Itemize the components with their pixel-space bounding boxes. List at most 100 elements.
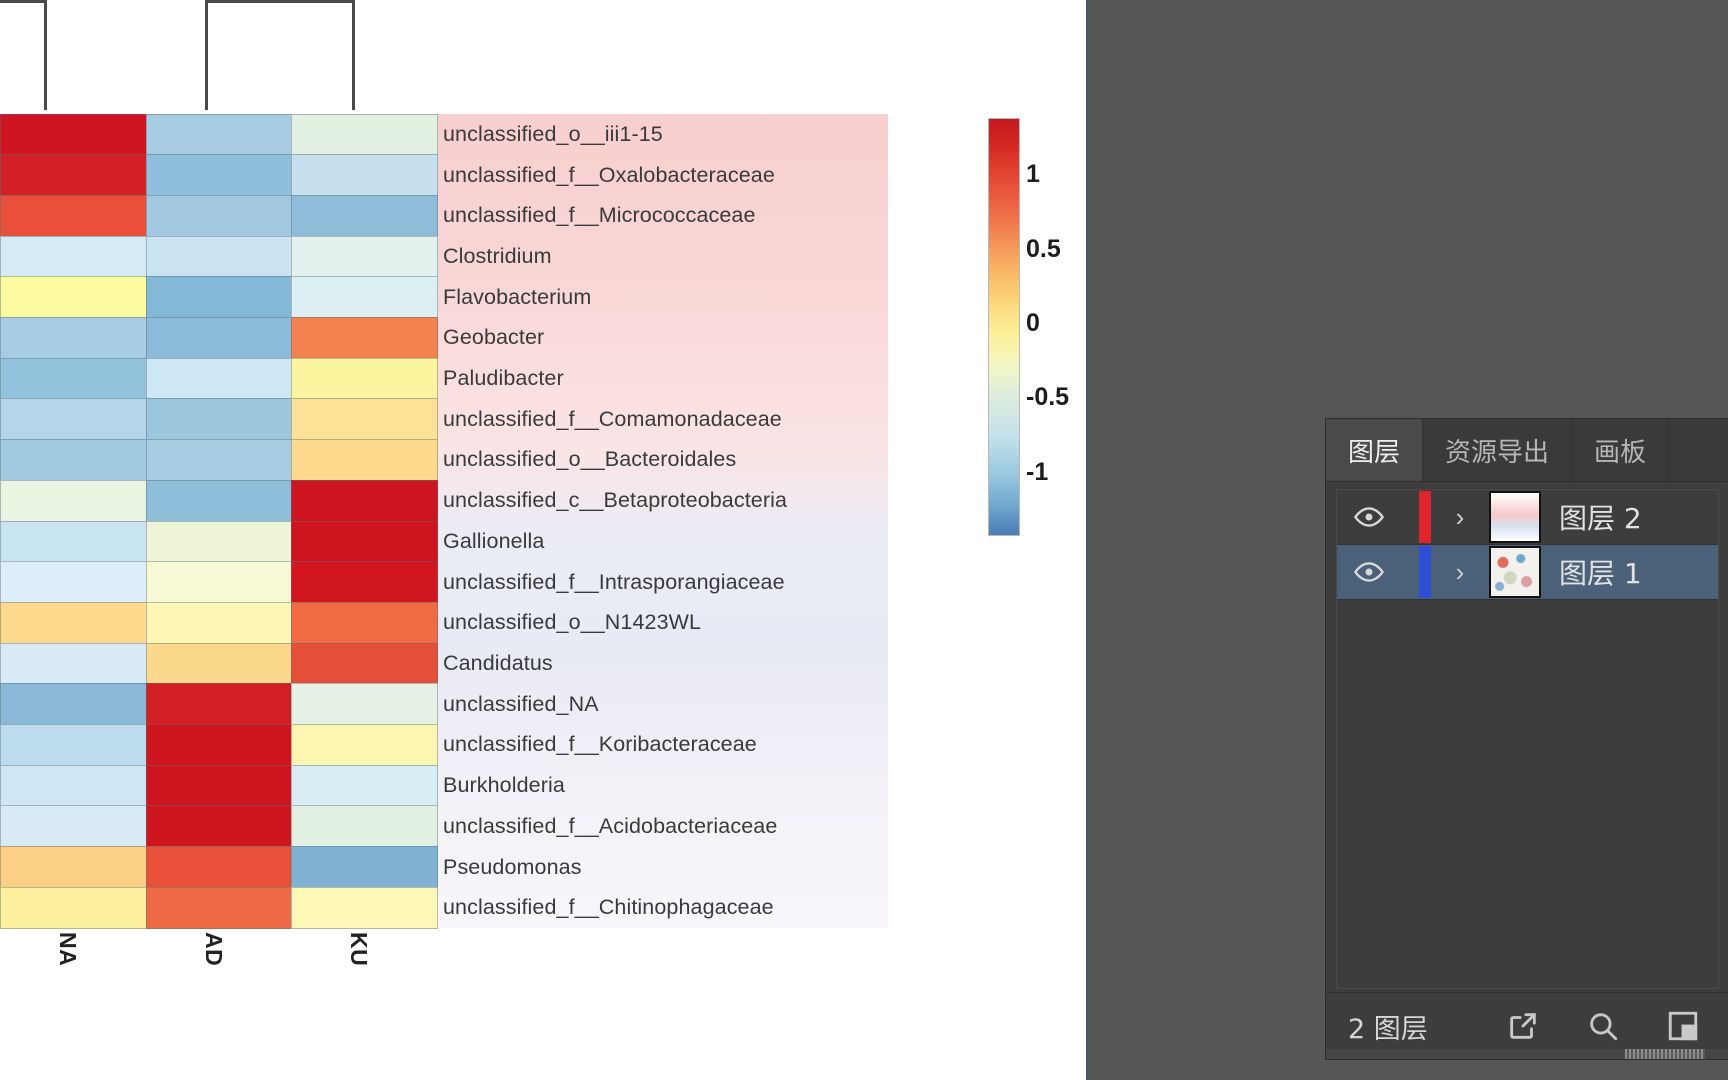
panel-tab-3[interactable]: 画板 — [1572, 419, 1670, 481]
heatmap-row — [0, 520, 438, 563]
new-sublayer-icon[interactable] — [1666, 1009, 1700, 1043]
heatmap-column-label: NA — [54, 932, 81, 967]
heatmap-row-label: unclassified_f__Intrasporangiaceae — [443, 569, 785, 594]
heatmap-row — [0, 235, 438, 278]
heatmap-cell — [291, 154, 438, 196]
heatmap-cell — [0, 154, 147, 196]
heatmap-cell — [291, 479, 438, 522]
colorbar-tick-label: -1 — [1026, 457, 1049, 486]
panel-scroll-strip[interactable] — [1326, 1049, 1728, 1059]
heatmap-column-label: KU — [346, 932, 373, 967]
heatmap-cell — [0, 520, 147, 563]
heatmap-row-label: unclassified_o__N1423WL — [443, 610, 702, 635]
heatmap-cell — [145, 194, 292, 237]
heatmap-row-labels: unclassified_o__iii1-15 unclassified_f__O… — [438, 114, 888, 928]
heatmap-cell — [291, 764, 438, 807]
export-icon[interactable] — [1506, 1009, 1540, 1043]
heatmap-row-label: Pseudomonas — [443, 854, 582, 879]
artboard-canvas[interactable]: NA AD KU unclassified_o__iii1-15 unclassifi… — [0, 0, 1086, 1080]
heatmap-cell — [145, 520, 292, 563]
heatmap-cell — [145, 683, 292, 726]
heatmap-cell — [145, 317, 292, 359]
heatmap-cell — [291, 846, 438, 888]
heatmap-cell — [0, 886, 147, 929]
heatmap-row — [0, 357, 438, 400]
chevron-right-icon[interactable]: › — [1431, 557, 1489, 588]
search-icon[interactable] — [1586, 1009, 1620, 1043]
heatmap-row-label: unclassified_NA — [443, 691, 599, 716]
heatmap-cell — [291, 805, 438, 848]
heatmap-cell — [145, 561, 292, 603]
heatmap-row-label: unclassified_o__Bacteroidales — [443, 447, 737, 472]
heatmap-cell — [291, 683, 438, 726]
panel-tab-1[interactable]: 图层 — [1326, 419, 1424, 481]
layer-row[interactable]: › 图层 1 — [1337, 545, 1718, 600]
heatmap-cell — [291, 561, 438, 603]
heatmap-cell — [291, 194, 438, 237]
chevron-right-icon[interactable]: › — [1431, 502, 1489, 533]
heatmap-row-label: unclassified_f__Acidobacteriaceae — [443, 813, 778, 838]
heatmap-cell — [0, 561, 147, 603]
colorbar-gradient — [988, 118, 1020, 536]
layer-name[interactable]: 图层 1 — [1559, 552, 1642, 592]
heatmap-column-label: AD — [200, 932, 227, 967]
layer-list[interactable]: › 图层 2 › 图层 1 — [1337, 490, 1718, 600]
colorbar-tick-label: 0.5 — [1026, 234, 1061, 263]
heatmap-column-labels: NA AD KU — [0, 928, 437, 1008]
layer-thumbnail — [1489, 546, 1541, 598]
heatmap-cell — [0, 683, 147, 726]
heatmap-cell — [291, 276, 438, 319]
heatmap-cell — [0, 724, 147, 766]
heatmap-cell — [291, 642, 438, 685]
panel-scroll-thumb[interactable] — [1625, 1049, 1705, 1059]
heatmap-cell — [145, 642, 292, 685]
panel-tab-2[interactable]: 资源导出 — [1423, 419, 1573, 481]
heatmap-row — [0, 724, 438, 766]
layer-color-chip — [1419, 546, 1431, 598]
heatmap-cell — [291, 357, 438, 400]
heatmap-cell — [291, 398, 438, 441]
heatmap-row — [0, 276, 438, 319]
heatmap-cell — [145, 805, 292, 848]
heatmap-cell — [0, 846, 147, 888]
layers-panel[interactable]: 图层 资源导出 画板 › 图层 2 › 图层 1 2 图层 — [1325, 418, 1728, 1060]
heatmap-cell — [0, 317, 147, 359]
heatmap-grid[interactable] — [0, 113, 438, 929]
colorbar-tick-label: 0 — [1026, 309, 1040, 337]
heatmap-cell — [291, 724, 438, 766]
heatmap-row — [0, 561, 438, 603]
heatmap-row-label: unclassified_f__Chitinophagaceae — [443, 895, 774, 920]
heatmap-row-label: unclassified_f__Oxalobacteraceae — [443, 162, 775, 187]
heatmap-cell — [145, 357, 292, 400]
heatmap-cell — [145, 724, 292, 766]
eye-icon[interactable] — [1337, 501, 1401, 533]
heatmap-row-label: Paludibacter — [443, 366, 564, 391]
heatmap-cell — [291, 439, 438, 481]
eye-icon[interactable] — [1337, 556, 1401, 588]
heatmap-row — [0, 886, 438, 929]
heatmap-row — [0, 846, 438, 888]
heatmap-row — [0, 764, 438, 807]
panel-body: › 图层 2 › 图层 1 — [1336, 489, 1719, 989]
heatmap-row-label: Geobacter — [443, 325, 545, 350]
heatmap-row — [0, 683, 438, 726]
heatmap-cell — [0, 194, 147, 237]
heatmap-row-label: Candidatus — [443, 650, 553, 675]
heatmap-row-label: unclassified_o__iii1-15 — [443, 121, 663, 146]
heatmap-row-label: unclassified_f__Comamonadaceae — [443, 406, 782, 431]
heatmap-cell — [0, 642, 147, 685]
layer-color-chip — [1419, 491, 1431, 543]
heatmap-row-label: Burkholderia — [443, 773, 565, 798]
heatmap-cell — [145, 601, 292, 644]
panel-tab-bar[interactable]: 图层 资源导出 画板 — [1326, 419, 1728, 482]
heatmap-row-label: unclassified_f__Koribacteraceae — [443, 732, 757, 757]
layer-thumbnail — [1489, 491, 1541, 543]
heatmap-cell — [145, 113, 292, 156]
screenshot-root: NA AD KU unclassified_o__iii1-15 unclassifi… — [0, 0, 1728, 1080]
heatmap-cell — [0, 764, 147, 807]
heatmap-cell — [145, 398, 292, 441]
heatmap-cell — [291, 235, 438, 278]
heatmap-cell — [145, 439, 292, 481]
layer-name[interactable]: 图层 2 — [1559, 497, 1642, 537]
layer-row[interactable]: › 图层 2 — [1337, 490, 1718, 545]
